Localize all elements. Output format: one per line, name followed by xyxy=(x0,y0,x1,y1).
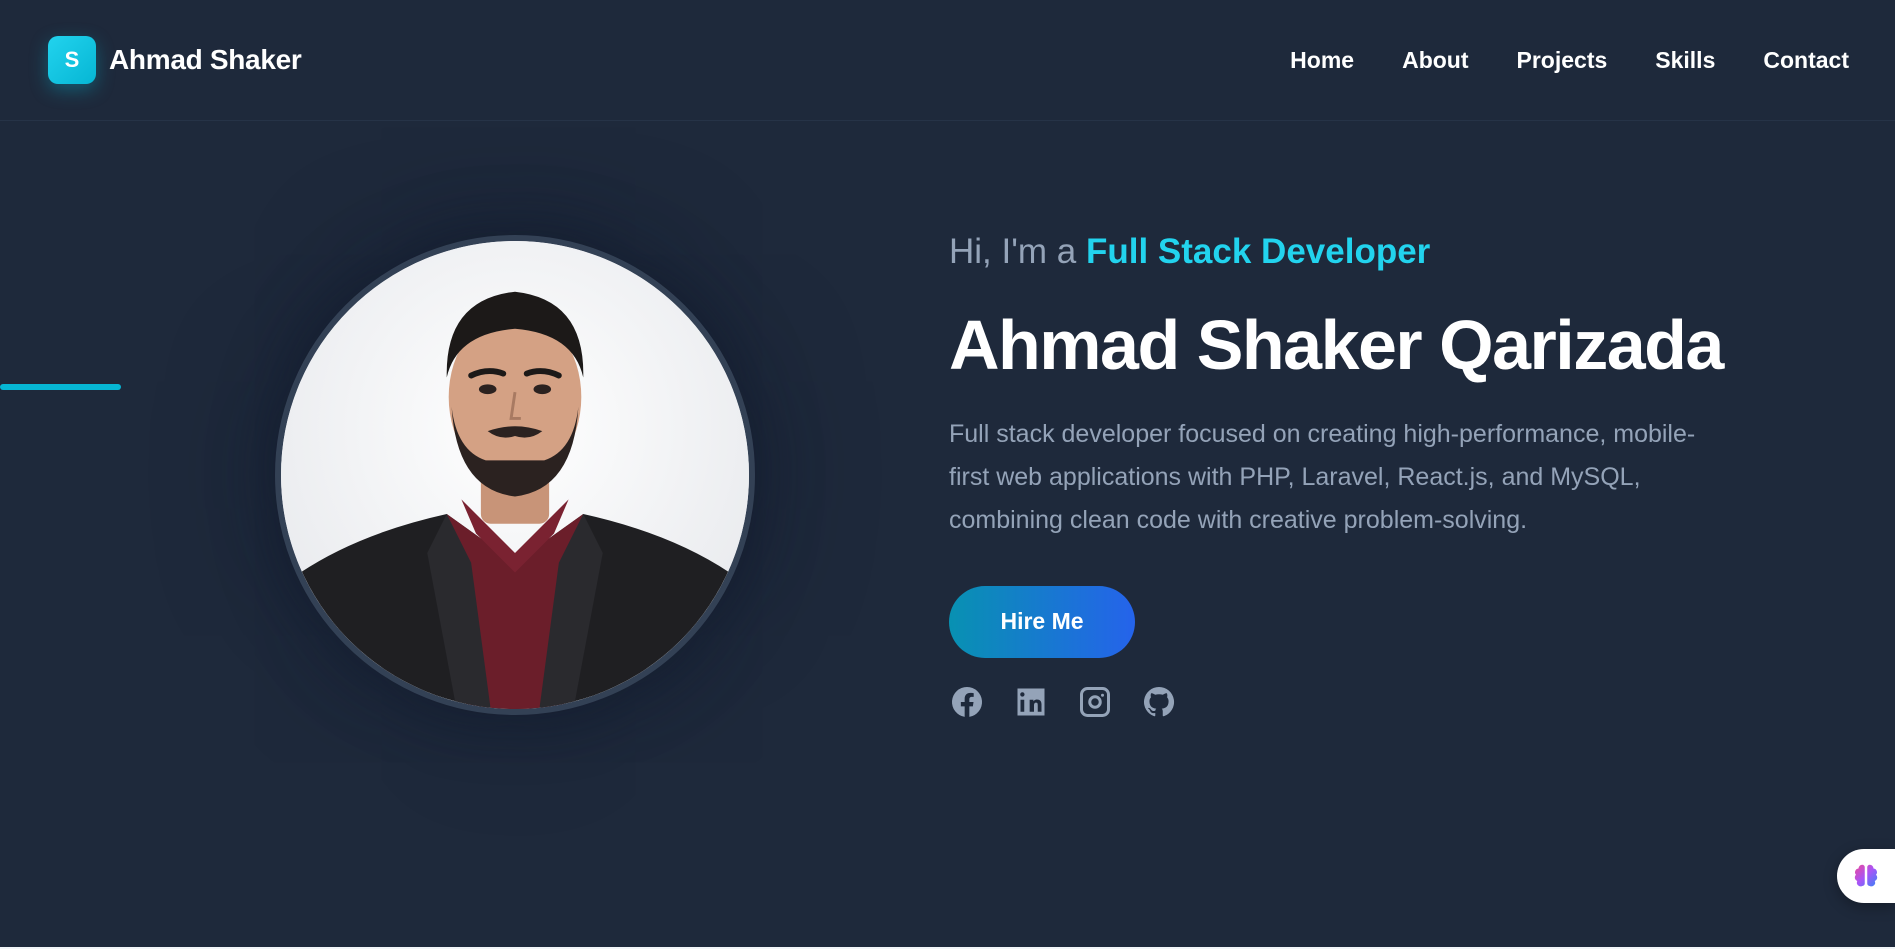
instagram-icon xyxy=(1080,686,1110,717)
hire-me-button[interactable]: Hire Me xyxy=(949,585,1135,658)
name-underline xyxy=(0,384,121,390)
brand-link[interactable]: S Ahmad Shaker xyxy=(48,36,302,84)
instagram-link[interactable] xyxy=(1077,684,1113,720)
hero-section: Hi, I'm a Full Stack Developer Ahmad Sha… xyxy=(0,121,1895,949)
nav-about[interactable]: About xyxy=(1402,47,1468,74)
github-icon xyxy=(1143,686,1175,716)
greeting-line: Hi, I'm a Full Stack Developer xyxy=(949,231,1829,273)
brand-name: Ahmad Shaker xyxy=(109,44,302,75)
portfolio-page: S Ahmad Shaker Home About Projects Skill… xyxy=(0,0,1895,949)
facebook-icon xyxy=(951,686,983,717)
profile-photo xyxy=(275,235,755,715)
hero-bio: Full stack developer focused on creating… xyxy=(949,419,1696,534)
nav-contact[interactable]: Contact xyxy=(1763,47,1849,74)
linkedin-icon xyxy=(1017,688,1045,715)
intro-block: Hi, I'm a Full Stack Developer Ahmad Sha… xyxy=(949,231,1829,720)
site-header: S Ahmad Shaker Home About Projects Skill… xyxy=(0,0,1895,121)
greeting-prefix: Hi, I'm a xyxy=(949,232,1077,271)
nav-projects[interactable]: Projects xyxy=(1517,47,1608,74)
linkedin-link[interactable] xyxy=(1013,684,1049,720)
role-title: Full Stack Developer xyxy=(1086,232,1431,271)
brain-icon xyxy=(1854,864,1878,887)
brand-logo: S xyxy=(48,36,96,84)
nav-home[interactable]: Home xyxy=(1290,47,1354,74)
social-links xyxy=(949,684,1829,720)
main-nav: Home About Projects Skills Contact xyxy=(1290,47,1849,74)
github-link[interactable] xyxy=(1141,684,1177,720)
assistant-widget[interactable] xyxy=(1837,849,1895,903)
hero-name: Ahmad Shaker Qarizada xyxy=(949,306,1724,384)
facebook-link[interactable] xyxy=(949,684,985,720)
nav-skills[interactable]: Skills xyxy=(1655,47,1715,74)
